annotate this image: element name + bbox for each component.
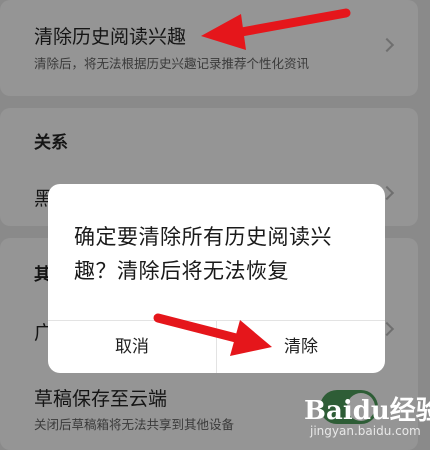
relations-section-title: 关系 — [34, 133, 68, 153]
draft-cloud-title: 草稿保存至云端 — [34, 388, 168, 410]
confirm-dialog: 确定要清除所有历史阅读兴趣？清除后将无法恢复 取消 清除 — [48, 184, 385, 373]
clear-history-card: 清除历史阅读兴趣 清除后，将无法根据历史兴趣记录推荐个性化资讯 — [0, 0, 418, 96]
watermark-url: jingyan.baidu.com — [310, 424, 421, 438]
clear-history-description: 清除后，将无法根据历史兴趣记录推荐个性化资讯 — [34, 56, 310, 71]
cancel-button[interactable]: 取消 — [48, 321, 216, 373]
baidu-watermark: Baidu经验 jingyan.baidu.com — [296, 388, 430, 446]
clear-history-row[interactable]: 清除历史阅读兴趣 清除后，将无法根据历史兴趣记录推荐个性化资讯 — [34, 20, 388, 80]
draft-cloud-description: 关闭后草稿箱将无法共享到其他设备 — [34, 417, 235, 432]
dialog-message: 确定要清除所有历史阅读兴趣？清除后将无法恢复 — [74, 225, 332, 283]
clear-history-title: 清除历史阅读兴趣 — [34, 26, 187, 48]
clear-button[interactable]: 清除 — [217, 321, 385, 373]
watermark-logo: Baidu经验 — [304, 396, 430, 426]
